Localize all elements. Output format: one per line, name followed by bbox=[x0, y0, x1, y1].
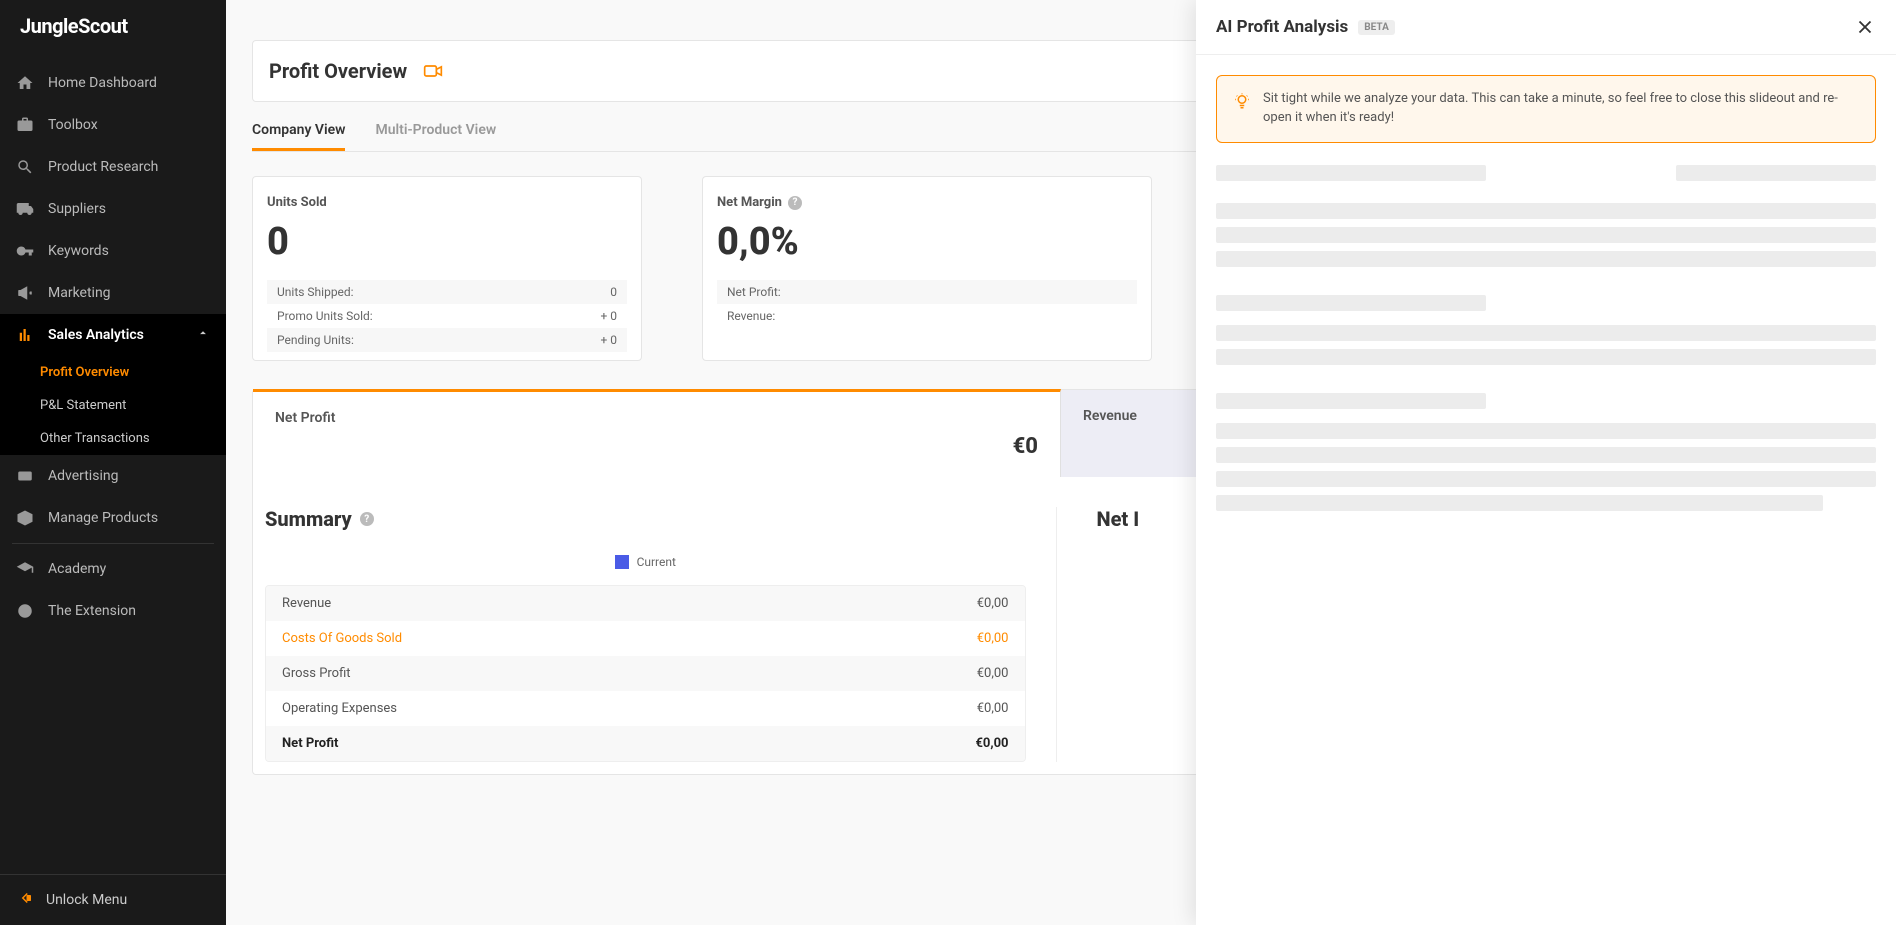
box-icon bbox=[16, 509, 34, 527]
globe-icon bbox=[16, 602, 34, 620]
search-icon bbox=[16, 158, 34, 176]
nav-keywords[interactable]: Keywords bbox=[0, 230, 226, 272]
video-icon[interactable] bbox=[423, 61, 443, 81]
subnav-profit-overview[interactable]: Profit Overview bbox=[0, 356, 226, 389]
skeleton-block bbox=[1216, 295, 1876, 365]
nav-label: Suppliers bbox=[48, 201, 106, 217]
nav-product-research[interactable]: Product Research bbox=[0, 146, 226, 188]
slideout-body: Sit tight while we analyze your data. Th… bbox=[1196, 55, 1896, 559]
nav-suppliers[interactable]: Suppliers bbox=[0, 188, 226, 230]
chart-icon bbox=[16, 326, 34, 344]
slideout-header: AI Profit Analysis BETA bbox=[1196, 0, 1896, 55]
tab-company-view[interactable]: Company View bbox=[252, 122, 345, 151]
key-icon bbox=[16, 242, 34, 260]
profit-tab-net-profit[interactable]: Net Profit €0 bbox=[253, 389, 1061, 477]
net-margin-card: Net Margin ? 0,0% Net Profit: Revenue: bbox=[702, 176, 1152, 361]
page-title: Profit Overview bbox=[269, 59, 407, 83]
summary-row-gross: Gross Profit€0,00 bbox=[266, 656, 1025, 691]
units-sold-label: Units Sold bbox=[267, 195, 627, 210]
unlock-label: Unlock Menu bbox=[46, 892, 127, 908]
units-sold-value: 0 bbox=[267, 220, 627, 264]
nav-divider bbox=[12, 543, 214, 544]
net-margin-value: 0,0% bbox=[717, 220, 1137, 264]
subnav-pl-statement[interactable]: P&L Statement bbox=[0, 389, 226, 422]
nav-label: Sales Analytics bbox=[48, 327, 144, 343]
alert-text: Sit tight while we analyze your data. Th… bbox=[1263, 90, 1859, 128]
nav-label: Product Research bbox=[48, 159, 158, 175]
ai-profit-analysis-slideout: AI Profit Analysis BETA Sit tight while … bbox=[1196, 0, 1896, 925]
truck-icon bbox=[16, 200, 34, 218]
summary-title: Summary ? bbox=[265, 507, 1026, 531]
tab-multi-product-view[interactable]: Multi-Product View bbox=[375, 122, 496, 151]
help-icon[interactable]: ? bbox=[360, 512, 374, 526]
nav-label: Marketing bbox=[48, 285, 111, 301]
units-sold-card: Units Sold 0 Units Shipped:0 Promo Units… bbox=[252, 176, 642, 361]
legend: Current bbox=[265, 555, 1026, 569]
brand-logo: JungleScout bbox=[0, 0, 226, 52]
stat-row: Units Shipped:0 bbox=[267, 280, 627, 304]
nav-label: Keywords bbox=[48, 243, 109, 259]
nav-label: Home Dashboard bbox=[48, 75, 157, 91]
stat-row: Promo Units Sold:+ 0 bbox=[267, 304, 627, 328]
summary-table: Revenue€0,00 Costs Of Goods Sold€0,00 Gr… bbox=[265, 585, 1026, 762]
slideout-title: AI Profit Analysis bbox=[1216, 17, 1348, 37]
nav-label: Manage Products bbox=[48, 510, 158, 526]
unlock-menu-button[interactable]: Unlock Menu bbox=[0, 874, 226, 925]
help-icon[interactable]: ? bbox=[788, 196, 802, 210]
nav-home-dashboard[interactable]: Home Dashboard bbox=[0, 62, 226, 104]
subnav-other-transactions[interactable]: Other Transactions bbox=[0, 422, 226, 455]
nav-label: Advertising bbox=[48, 468, 118, 484]
unlock-icon bbox=[16, 889, 34, 911]
beta-badge: BETA bbox=[1358, 20, 1395, 35]
nav-extension[interactable]: The Extension bbox=[0, 590, 226, 632]
chevron-up-icon bbox=[196, 326, 210, 344]
legend-label: Current bbox=[637, 555, 676, 569]
loading-alert: Sit tight while we analyze your data. Th… bbox=[1216, 75, 1876, 143]
close-icon[interactable] bbox=[1854, 16, 1876, 38]
nav-advertising[interactable]: Advertising bbox=[0, 455, 226, 497]
sidebar: JungleScout Home Dashboard Toolbox Produ… bbox=[0, 0, 226, 925]
nav-academy[interactable]: Academy bbox=[0, 548, 226, 590]
skeleton-block bbox=[1216, 165, 1876, 267]
nav-manage-products[interactable]: Manage Products bbox=[0, 497, 226, 539]
megaphone-icon bbox=[16, 284, 34, 302]
nav-marketing[interactable]: Marketing bbox=[0, 272, 226, 314]
summary-row-opex: Operating Expenses€0,00 bbox=[266, 691, 1025, 726]
summary-row-net-profit: Net Profit€0,00 bbox=[266, 726, 1025, 761]
net-margin-label: Net Margin ? bbox=[717, 195, 1137, 210]
graduation-icon bbox=[16, 560, 34, 578]
lightbulb-icon bbox=[1233, 92, 1251, 110]
toolbox-icon bbox=[16, 116, 34, 134]
stat-row: Net Profit: bbox=[717, 280, 1137, 304]
nav-toolbox[interactable]: Toolbox bbox=[0, 104, 226, 146]
summary-row-revenue: Revenue€0,00 bbox=[266, 586, 1025, 621]
nav-sales-analytics[interactable]: Sales Analytics bbox=[0, 314, 226, 356]
stat-row: Pending Units:+ 0 bbox=[267, 328, 627, 352]
nav-label: Toolbox bbox=[48, 117, 98, 133]
stat-row: Revenue: bbox=[717, 304, 1137, 328]
skeleton-block bbox=[1216, 393, 1876, 511]
home-icon bbox=[16, 74, 34, 92]
ad-icon bbox=[16, 467, 34, 485]
summary-section: Summary ? Current Revenue€0,00 Costs Of … bbox=[265, 507, 1057, 762]
nav-label: Academy bbox=[48, 561, 106, 577]
nav-label: The Extension bbox=[48, 603, 136, 619]
summary-row-cogs[interactable]: Costs Of Goods Sold€0,00 bbox=[266, 621, 1025, 656]
legend-color-current bbox=[615, 555, 629, 569]
sales-analytics-submenu: Profit Overview P&L Statement Other Tran… bbox=[0, 356, 226, 455]
main-nav: Home Dashboard Toolbox Product Research … bbox=[0, 52, 226, 874]
